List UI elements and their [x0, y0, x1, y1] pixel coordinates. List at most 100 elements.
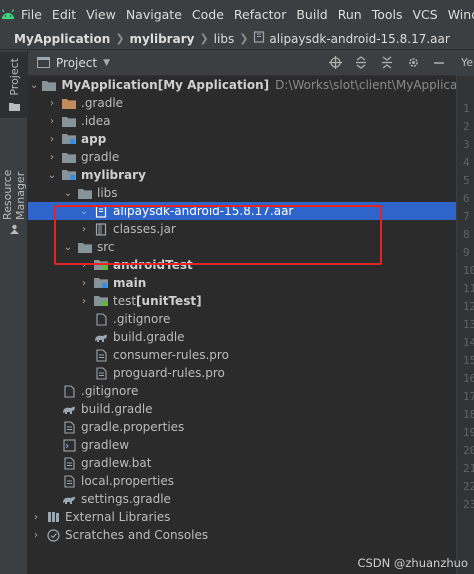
tree-label: proguard-rules.pro: [113, 366, 225, 380]
line-number: 21: [463, 462, 474, 475]
chevron-right-icon[interactable]: ›: [46, 134, 58, 145]
line-number: 14: [463, 336, 474, 349]
crosshair-icon[interactable]: [328, 56, 342, 70]
tree-label: gradle.properties: [81, 420, 185, 434]
chevron-right-icon[interactable]: ›: [30, 530, 42, 541]
menu-bar: File Edit View Navigate Code Refactor Bu…: [0, 0, 474, 28]
gear-icon[interactable]: [406, 56, 420, 70]
script-file-icon: [62, 438, 76, 452]
tree-label-suffix: [unitTest]: [136, 294, 202, 308]
tree-row-scratches[interactable]: › Scratches and Consoles: [28, 526, 456, 544]
tree-label: consumer-rules.pro: [113, 348, 229, 362]
chevron-down-icon[interactable]: ⌄: [62, 188, 74, 199]
tree-row-settings-gradle[interactable]: settings.gradle: [28, 490, 456, 508]
line-number: 19: [463, 426, 474, 439]
menu-file[interactable]: File: [16, 7, 47, 22]
breadcrumb-project[interactable]: MyApplication: [14, 32, 110, 46]
line-number: 7: [463, 210, 470, 223]
tree-row-gradle[interactable]: › gradle: [28, 148, 456, 166]
tree-row-build-gradle[interactable]: build.gradle: [28, 328, 456, 346]
tree-row-gradle-properties[interactable]: gradle.properties: [28, 418, 456, 436]
tree-label: libs: [97, 186, 118, 200]
line-number: 1: [463, 102, 470, 115]
tree-label: .gitignore: [81, 384, 139, 398]
tree-label: build.gradle: [81, 402, 153, 416]
editor-tab[interactable]: Ye: [457, 50, 474, 76]
collapse-all-icon[interactable]: [380, 56, 394, 70]
project-panel-header: Project ▼: [28, 50, 456, 76]
line-number: 3: [463, 138, 470, 151]
line-number: 15: [463, 354, 474, 367]
tree-row-consumer-rules[interactable]: consumer-rules.pro: [28, 346, 456, 364]
resource-manager-tab[interactable]: Resource Manager: [0, 126, 28, 238]
tree-row-dot-gradle[interactable]: › .gradle: [28, 94, 456, 112]
tree-row-build-gradle-root[interactable]: build.gradle: [28, 400, 456, 418]
menu-edit[interactable]: Edit: [47, 7, 81, 22]
project-view-selector[interactable]: Project: [56, 56, 97, 70]
breadcrumb-libs[interactable]: libs: [214, 32, 235, 46]
folder-icon: [78, 186, 92, 200]
menu-run[interactable]: Run: [333, 7, 367, 22]
breadcrumb-file[interactable]: alipaysdk-android-15.8.17.aar: [269, 32, 449, 46]
tree-row-libs[interactable]: ⌄ libs: [28, 184, 456, 202]
test-folder-icon: [94, 294, 108, 308]
tree-row-gitignore[interactable]: .gitignore: [28, 310, 456, 328]
chevron-right-icon[interactable]: ›: [78, 296, 90, 307]
android-logo-icon[interactable]: [0, 0, 16, 28]
line-number: 10: [463, 264, 474, 277]
menu-navigate[interactable]: Navigate: [121, 7, 187, 22]
resource-manager-icon: [9, 224, 20, 238]
menu-tools[interactable]: Tools: [367, 7, 408, 22]
tree-label: .gradle: [81, 96, 124, 110]
chevron-right-icon[interactable]: ›: [46, 116, 58, 127]
project-view-icon: [36, 56, 50, 70]
tree-row-mylibrary[interactable]: ⌄ mylibrary: [28, 166, 456, 184]
tree-row-gradlew-bat[interactable]: gradlew.bat: [28, 454, 456, 472]
breadcrumb-module[interactable]: mylibrary: [130, 32, 195, 46]
tree-label: test: [113, 294, 137, 308]
expand-all-icon[interactable]: [354, 56, 368, 70]
menu-build[interactable]: Build: [291, 7, 332, 22]
chevron-down-icon[interactable]: ▼: [103, 58, 110, 68]
tree-row-external-libraries[interactable]: › External Libraries: [28, 508, 456, 526]
archive-icon: [253, 31, 265, 46]
line-number: 2: [463, 120, 470, 133]
project-tab-label: Project: [7, 58, 21, 96]
line-number: 8: [463, 228, 470, 241]
tree-label: gradle: [81, 150, 120, 164]
tree-label: Scratches and Consoles: [65, 528, 209, 542]
tree-row-idea[interactable]: › .idea: [28, 112, 456, 130]
tree-row-myapplication[interactable]: ⌄ MyApplication [My Application] D:\Work…: [28, 76, 474, 94]
chevron-right-icon[interactable]: ›: [30, 512, 42, 523]
chevron-right-icon[interactable]: ›: [46, 152, 58, 163]
tree-row-test[interactable]: › test [unitTest]: [28, 292, 456, 310]
line-number: 23: [463, 498, 474, 511]
project-tool-tab[interactable]: Project: [0, 52, 28, 118]
tree-label: local.properties: [81, 474, 175, 488]
line-number: 12: [463, 300, 474, 313]
text-file-icon: [94, 312, 108, 326]
line-number: 16: [463, 372, 474, 385]
chevron-right-icon[interactable]: ›: [78, 278, 90, 289]
line-number: 6: [463, 192, 470, 205]
chevron-down-icon[interactable]: ⌄: [30, 80, 38, 91]
chevron-down-icon[interactable]: ⌄: [46, 170, 58, 181]
tree-row-app[interactable]: › app: [28, 130, 456, 148]
menu-code[interactable]: Code: [187, 7, 229, 22]
tree-label: mylibrary: [81, 168, 146, 182]
menu-window[interactable]: Window: [443, 7, 474, 22]
tree-row-proguard-rules[interactable]: proguard-rules.pro: [28, 364, 456, 382]
tree-row-local-properties[interactable]: local.properties: [28, 472, 456, 490]
minimize-icon[interactable]: [432, 56, 446, 70]
tree-row-gitignore-root[interactable]: .gitignore: [28, 382, 456, 400]
tree-label-suffix: [My Application]: [157, 78, 270, 92]
menu-refactor[interactable]: Refactor: [229, 7, 291, 22]
chevron-right-icon: ❯: [239, 32, 249, 45]
chevron-right-icon[interactable]: ›: [46, 98, 58, 109]
tree-row-gradlew[interactable]: gradlew: [28, 436, 456, 454]
tree-row-main[interactable]: › main: [28, 274, 456, 292]
text-file-icon: [62, 384, 76, 398]
menu-view[interactable]: View: [81, 7, 121, 22]
tree-label: External Libraries: [65, 510, 171, 524]
menu-vcs[interactable]: VCS: [408, 7, 443, 22]
